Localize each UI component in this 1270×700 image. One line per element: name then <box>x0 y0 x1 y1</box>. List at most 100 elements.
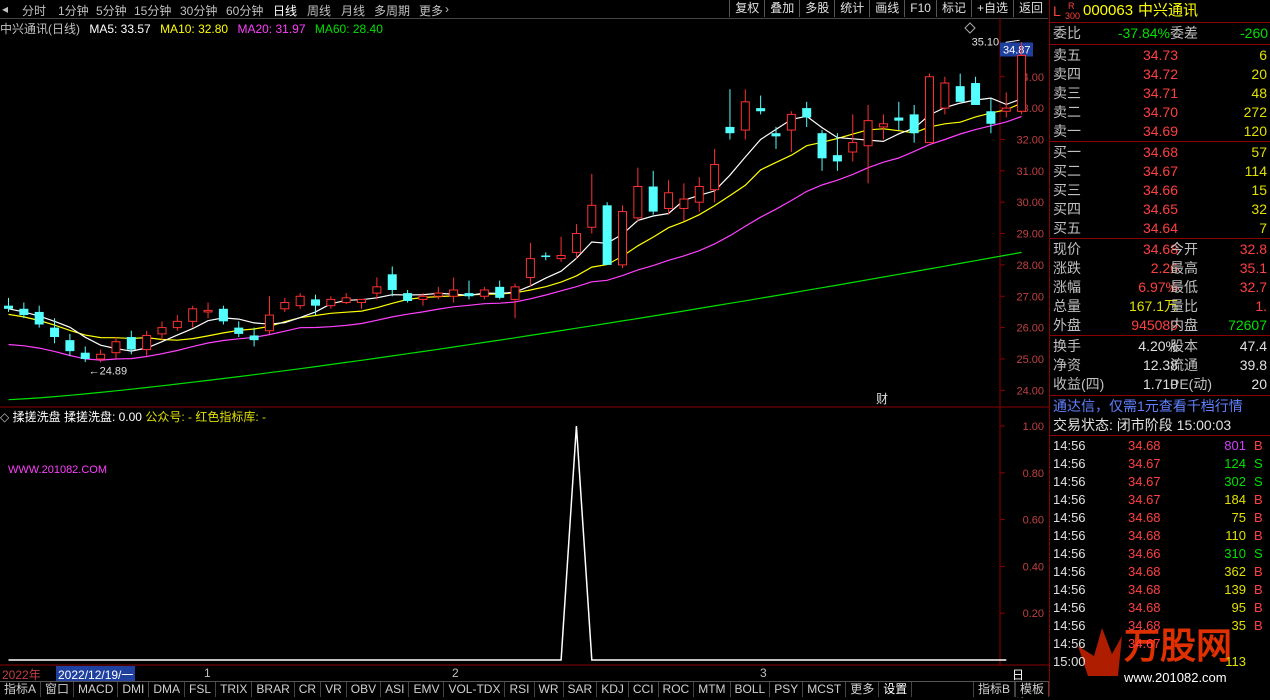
candle-body-up <box>556 254 566 260</box>
candle-body-up <box>449 289 459 297</box>
stat-label: 涨跌 <box>1053 260 1081 276</box>
candle-body-up <box>326 298 336 307</box>
period-15min[interactable]: 15分钟 <box>134 2 171 19</box>
candle-body-down <box>80 352 90 359</box>
indicator-tab-14[interactable]: RSI <box>505 682 535 697</box>
right-tab-1[interactable]: 模板 <box>1014 682 1049 697</box>
tick-side: B <box>1254 528 1263 543</box>
tick-time: 14:56 <box>1053 546 1086 561</box>
tick-row: 14:56 34.67 302 S <box>1050 473 1270 491</box>
indicator-tab-18[interactable]: CCI <box>629 682 659 697</box>
indicator-tab-19[interactable]: ROC <box>659 682 695 697</box>
promo-row[interactable]: 通达信，仅需1元查看千档行情 <box>1050 397 1270 416</box>
month-label-1: 1 <box>204 666 211 680</box>
indicator-tab-5[interactable]: FSL <box>185 682 217 697</box>
tick-price: 34.66 <box>1128 546 1161 561</box>
tick-time: 14:56 <box>1053 618 1086 633</box>
chevron-right-icon[interactable]: › <box>445 2 449 16</box>
indicator-tab-15[interactable]: WR <box>535 682 564 697</box>
stat2-value-2: 47.4 <box>1239 338 1267 354</box>
tick-side: B <box>1254 492 1263 507</box>
tick-price: 34.67 <box>1128 474 1161 489</box>
candle-body-up <box>525 258 535 278</box>
indicator-tick-label: 1.00 <box>1023 421 1044 433</box>
candle-body-down <box>909 114 919 134</box>
ask-price: 34.73 <box>1142 47 1178 63</box>
period-weekly[interactable]: 周线 <box>307 2 331 19</box>
indicator-tab-24[interactable]: 更多 <box>846 682 880 697</box>
candle-body-up <box>571 233 581 253</box>
indicator-tab-23[interactable]: MCST <box>803 682 847 697</box>
indicator-tab-12[interactable]: EMV <box>409 682 445 697</box>
quote-panel: L R 300 000063 中兴通讯 委比 -37.84% 委差 -260 通… <box>1049 0 1270 696</box>
tick-row: 15:00 113 <box>1050 653 1270 671</box>
indicator-tab-1[interactable]: 窗口 <box>41 682 75 697</box>
month-label-2: 2 <box>452 666 459 680</box>
toolbar-buttons: 复权 叠加 多股 统计 画线 F10 标记 +自选 返回 <box>729 0 1048 18</box>
candle-body-up <box>664 192 674 209</box>
tick-side: S <box>1254 546 1263 561</box>
tabs-spacer <box>912 682 973 697</box>
candle-body-up <box>863 120 873 147</box>
indicator-tab-13[interactable]: VOL-TDX <box>444 682 506 697</box>
ask-label: 卖三 <box>1053 85 1081 101</box>
period-60min[interactable]: 60分钟 <box>226 2 263 19</box>
indicator-tab-9[interactable]: VR <box>321 682 347 697</box>
candle-body-up <box>878 123 888 128</box>
right-tab-0[interactable]: 指标B <box>972 682 1015 697</box>
indicator-tab-6[interactable]: TRIX <box>216 682 253 697</box>
stats-row: 涨跌 2.26 最高 35.1 <box>1050 259 1270 278</box>
multi-stock-button[interactable]: 多股 <box>799 0 834 17</box>
indicator-tab-16[interactable]: SAR <box>564 682 598 697</box>
tick-volume: 113 <box>1225 654 1246 669</box>
indicator-tab-3[interactable]: DMI <box>118 682 150 697</box>
tick-price: 34.67 <box>1128 636 1161 651</box>
indicator-tab-17[interactable]: KDJ <box>597 682 629 697</box>
period-multi[interactable]: 多周期 <box>374 2 410 19</box>
period-more[interactable]: 更多 <box>419 2 443 19</box>
toolbar-arrow-icon[interactable]: ◂ <box>2 2 8 16</box>
statistics-button[interactable]: 统计 <box>834 0 869 17</box>
tick-volume: 35 <box>1231 618 1246 633</box>
period-daily[interactable]: 日线 <box>273 2 297 19</box>
candlestick-chart[interactable]: 34.0033.0032.0031.0030.0029.0028.0027.00… <box>0 18 1049 410</box>
stat2-value-2: 39.8 <box>1239 357 1267 373</box>
indicator-tab-20[interactable]: MTM <box>694 682 731 697</box>
indicator-tab-10[interactable]: OBV <box>347 682 382 697</box>
y-tick-label: 24.00 <box>1016 385 1044 397</box>
stat-label: 涨幅 <box>1053 279 1081 295</box>
indicator-tab-4[interactable]: DMA <box>149 682 186 697</box>
indicator-tab-21[interactable]: BOLL <box>731 682 771 697</box>
mark-button[interactable]: 标记 <box>935 0 971 17</box>
indicator-tab-25[interactable]: 设置 <box>879 682 913 697</box>
tick-time: 14:56 <box>1053 600 1086 615</box>
candle-body-up <box>633 186 643 219</box>
candle-body-up <box>372 286 382 294</box>
promo-text[interactable]: 通达信，仅需1元查看千档行情 <box>1053 397 1243 416</box>
stats-row: 现价 34.68 今开 32.8 <box>1050 240 1270 259</box>
overlay-button[interactable]: 叠加 <box>764 0 799 17</box>
ask-label: 卖四 <box>1053 66 1081 82</box>
fuquan-button[interactable]: 复权 <box>729 0 764 17</box>
period-fenshi[interactable]: 分时 <box>22 2 46 19</box>
indicator-tab-0[interactable]: 指标A <box>0 682 42 697</box>
period-monthly[interactable]: 月线 <box>341 2 365 19</box>
period-1min[interactable]: 1分钟 <box>58 2 89 19</box>
stat-label-2: 最低 <box>1170 279 1198 295</box>
draw-line-button[interactable]: 画线 <box>869 0 904 17</box>
add-watchlist-button[interactable]: +自选 <box>970 0 1013 17</box>
indicator-tab-22[interactable]: PSY <box>770 682 804 697</box>
indicator-tab-7[interactable]: BRAR <box>252 682 295 697</box>
stat2-label: 换手 <box>1053 338 1081 354</box>
period-30min[interactable]: 30分钟 <box>180 2 217 19</box>
indicator-chart[interactable]: 1.00 0.80 0.60 0.40 0.20 <box>0 406 1049 666</box>
candle-body-down <box>802 108 812 118</box>
f10-button[interactable]: F10 <box>904 0 936 17</box>
period-5min[interactable]: 5分钟 <box>96 2 127 19</box>
indicator-tab-2[interactable]: MACD <box>74 682 119 697</box>
indicator-tab-8[interactable]: CR <box>295 682 322 697</box>
y-tick-label: 30.00 <box>1016 197 1044 209</box>
indicator-tab-11[interactable]: ASI <box>381 682 410 697</box>
bid-label: 买四 <box>1053 201 1081 217</box>
back-button[interactable]: 返回 <box>1012 0 1048 17</box>
